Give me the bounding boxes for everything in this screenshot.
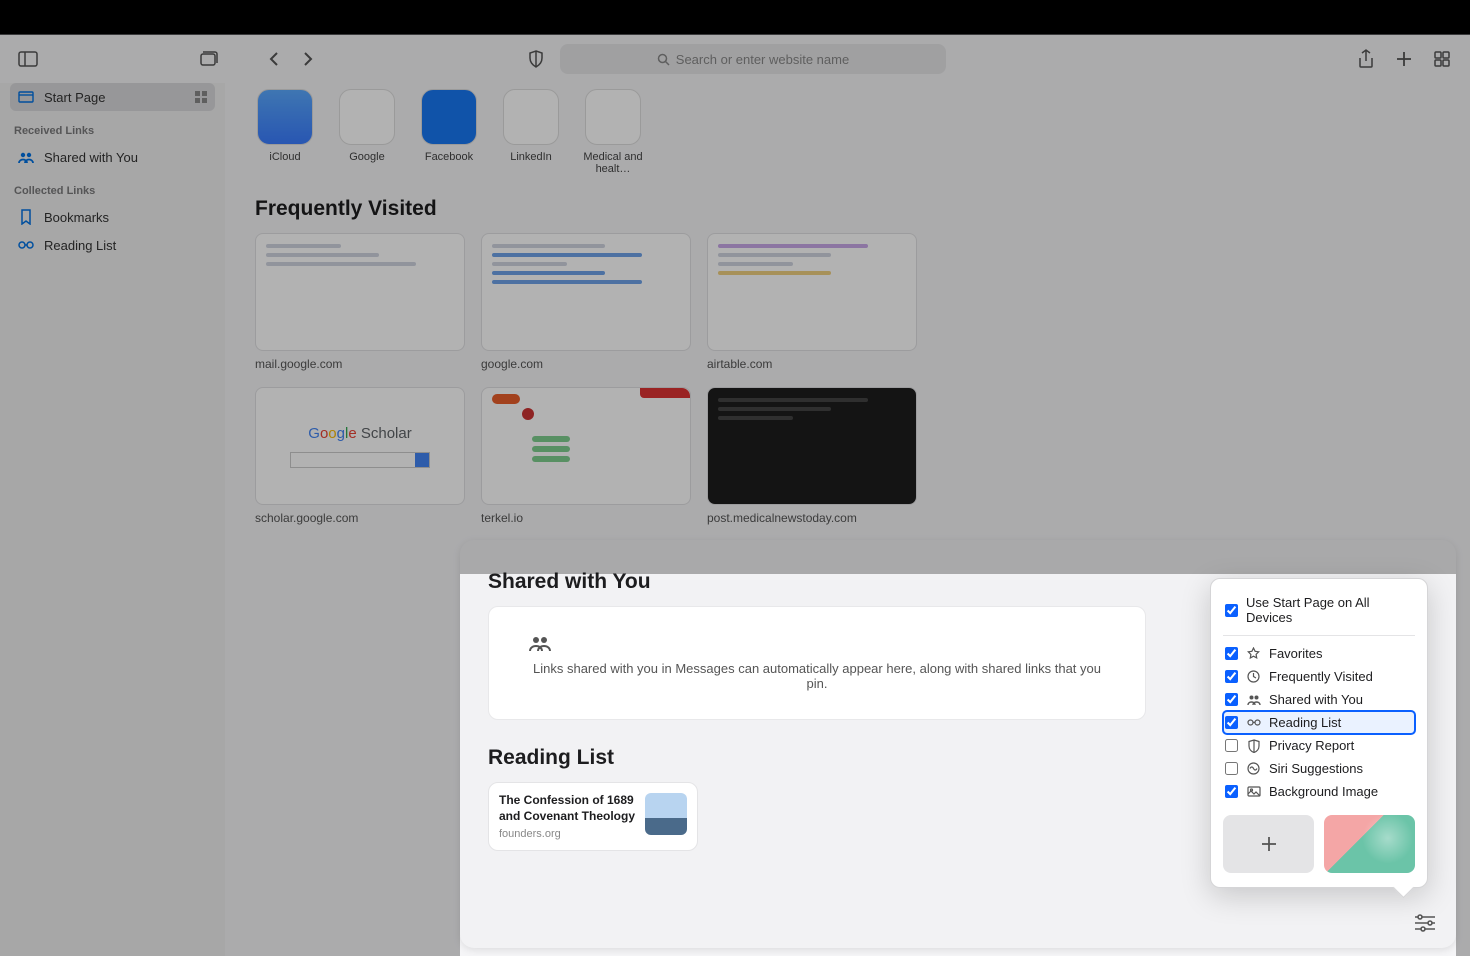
forward-button[interactable] xyxy=(294,45,322,73)
new-tab-button[interactable] xyxy=(1390,45,1418,73)
favorite-item[interactable]: Medical and healt… xyxy=(583,89,643,175)
favorite-item[interactable]: Facebook xyxy=(419,89,479,175)
favorite-icon xyxy=(257,89,313,145)
favorite-icon xyxy=(503,89,559,145)
sidebar: Start Page Received Links Shared with Yo… xyxy=(0,83,225,956)
tab-groups-button[interactable] xyxy=(194,45,222,73)
popover-option-privacy-report[interactable]: Privacy Report xyxy=(1223,734,1415,757)
start-page-icon xyxy=(18,89,34,105)
reading-list-icon xyxy=(18,237,34,253)
shared-empty-text: Links shared with you in Messages can au… xyxy=(529,661,1105,691)
fv-caption: mail.google.com xyxy=(255,357,465,371)
popover-option-siri-suggestions[interactable]: Siri Suggestions xyxy=(1223,757,1415,780)
popover-option-use-all-devices[interactable]: Use Start Page on All Devices xyxy=(1223,591,1415,629)
popover-option-background-image[interactable]: Background Image xyxy=(1223,780,1415,803)
checkbox[interactable] xyxy=(1225,762,1238,775)
favorite-label: Google xyxy=(337,151,397,163)
section-frequently-visited: Frequently Visited xyxy=(255,197,1440,221)
reading-list-title: The Confession of 1689 and Covenant Theo… xyxy=(499,793,635,824)
fv-caption: scholar.google.com xyxy=(255,511,465,525)
fv-caption: airtable.com xyxy=(707,357,917,371)
sidebar-item-shared-with-you[interactable]: Shared with You xyxy=(10,143,215,171)
fv-card[interactable]: terkel.io xyxy=(481,387,691,525)
grid-icon xyxy=(195,91,207,103)
popover-option-frequently-visited[interactable]: Frequently Visited xyxy=(1223,665,1415,688)
glasses-icon xyxy=(1246,715,1261,730)
checkbox[interactable] xyxy=(1225,785,1238,798)
checkbox[interactable] xyxy=(1225,647,1238,660)
favorite-item[interactable]: LinkedIn xyxy=(501,89,561,175)
image-icon xyxy=(1246,784,1261,799)
scholar-logo: Google Scholar xyxy=(308,425,411,442)
sidebar-item-label: Bookmarks xyxy=(44,210,109,225)
sidebar-toggle-button[interactable] xyxy=(14,45,42,73)
privacy-shield-icon[interactable] xyxy=(522,45,550,73)
clock-icon xyxy=(1246,669,1261,684)
favorite-icon xyxy=(339,89,395,145)
toolbar: Search or enter website name xyxy=(0,35,1470,83)
safari-window: Search or enter website name Start Page xyxy=(0,34,1470,956)
people-icon xyxy=(529,635,1105,651)
favorite-label: iCloud xyxy=(255,151,315,163)
tab-overview-button[interactable] xyxy=(1428,45,1456,73)
share-button[interactable] xyxy=(1352,45,1380,73)
checkbox[interactable] xyxy=(1225,604,1238,617)
sidebar-section-collected: Collected Links xyxy=(14,185,215,197)
background-option[interactable] xyxy=(1324,815,1415,873)
add-background-button[interactable] xyxy=(1223,815,1314,873)
favorite-label: Medical and healt… xyxy=(583,151,643,175)
popover-option-reading-list[interactable]: Reading List xyxy=(1223,711,1415,734)
siri-icon xyxy=(1246,761,1261,776)
back-button[interactable] xyxy=(260,45,288,73)
popover-option-favorites[interactable]: Favorites xyxy=(1223,642,1415,665)
sidebar-item-label: Start Page xyxy=(44,90,105,105)
checkbox[interactable] xyxy=(1225,739,1238,752)
sidebar-item-label: Shared with You xyxy=(44,150,138,165)
sidebar-item-label: Reading List xyxy=(44,238,116,253)
customize-panel: Shared with You Links shared with you in… xyxy=(460,540,1456,948)
favorite-label: LinkedIn xyxy=(501,151,561,163)
favorite-item[interactable]: Google xyxy=(337,89,397,175)
sidebar-item-bookmarks[interactable]: Bookmarks xyxy=(10,203,215,231)
reading-list-card[interactable]: The Confession of 1689 and Covenant Theo… xyxy=(488,782,698,851)
reading-list-source: founders.org xyxy=(499,828,635,840)
fv-card[interactable]: Google Scholar scholar.google.com xyxy=(255,387,465,525)
customize-popover: Use Start Page on All Devices Favorites … xyxy=(1210,578,1428,888)
shield-icon xyxy=(1246,738,1261,753)
menubar-blackout xyxy=(0,0,1470,34)
fv-card[interactable]: mail.google.com xyxy=(255,233,465,371)
favorite-label: Facebook xyxy=(419,151,479,163)
people-icon xyxy=(1246,692,1261,707)
fv-caption: post.medicalnewstoday.com xyxy=(707,511,917,525)
url-placeholder: Search or enter website name xyxy=(676,52,849,67)
favorite-item[interactable]: iCloud xyxy=(255,89,315,175)
fv-card[interactable]: airtable.com xyxy=(707,233,917,371)
popover-option-shared-with-you[interactable]: Shared with You xyxy=(1223,688,1415,711)
fv-caption: terkel.io xyxy=(481,511,691,525)
bookmark-icon xyxy=(18,209,34,225)
fv-card[interactable]: google.com xyxy=(481,233,691,371)
sidebar-item-start-page[interactable]: Start Page xyxy=(10,83,215,111)
sidebar-section-received: Received Links xyxy=(14,125,215,137)
favorite-icon xyxy=(421,89,477,145)
checkbox[interactable] xyxy=(1225,693,1238,706)
url-bar[interactable]: Search or enter website name xyxy=(560,44,946,74)
fv-card[interactable]: post.medicalnewstoday.com xyxy=(707,387,917,525)
frequently-visited-grid: mail.google.com google.com airtable.com … xyxy=(255,233,1440,525)
checkbox[interactable] xyxy=(1225,716,1238,729)
favorites-row: iCloud Google Facebook LinkedIn Medical and … xyxy=(255,89,1440,175)
reading-list-thumb xyxy=(645,793,687,835)
star-icon xyxy=(1246,646,1261,661)
sidebar-item-reading-list[interactable]: Reading List xyxy=(10,231,215,259)
checkbox[interactable] xyxy=(1225,670,1238,683)
shared-icon xyxy=(18,149,34,165)
favorite-icon xyxy=(585,89,641,145)
fv-caption: google.com xyxy=(481,357,691,371)
shared-with-you-empty: Links shared with you in Messages can au… xyxy=(488,606,1146,720)
search-icon xyxy=(657,53,670,66)
customize-start-page-button[interactable] xyxy=(1414,914,1436,932)
